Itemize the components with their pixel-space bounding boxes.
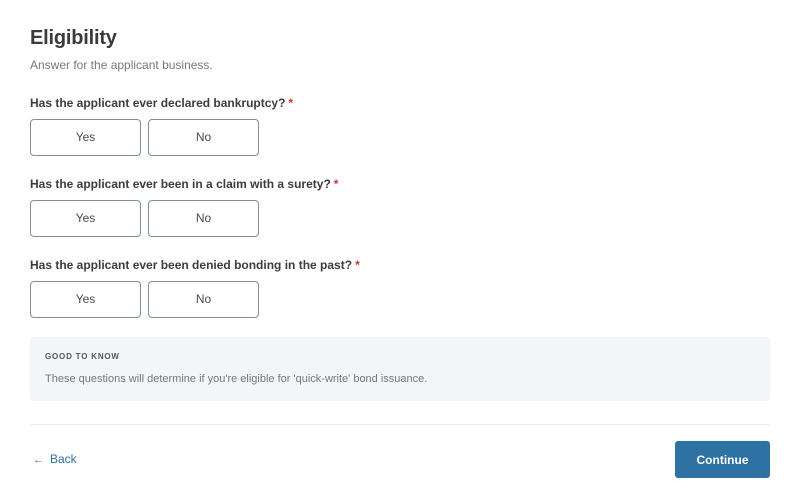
question-text: Has the applicant ever been denied bondi… (30, 258, 353, 272)
no-button[interactable]: No (148, 200, 259, 237)
question-text: Has the applicant ever been in a claim w… (30, 177, 331, 191)
question-bankruptcy: Has the applicant ever declared bankrupt… (30, 95, 770, 156)
back-label: Back (50, 452, 77, 466)
arrow-left-icon: ← (33, 454, 44, 466)
question-label: Has the applicant ever been denied bondi… (30, 257, 770, 273)
back-link[interactable]: ← Back (33, 451, 77, 468)
yes-button[interactable]: Yes (30, 200, 141, 237)
good-to-know-box: GOOD TO KNOW These questions will determ… (30, 337, 770, 401)
page-title: Eligibility (30, 27, 117, 49)
required-marker: * (333, 177, 339, 191)
info-text: These questions will determine if you're… (45, 373, 428, 385)
page-subtitle: Answer for the applicant business. (30, 58, 213, 72)
question-label: Has the applicant ever been in a claim w… (30, 176, 770, 192)
continue-button[interactable]: Continue (675, 441, 770, 478)
question-text: Has the applicant ever declared bankrupt… (30, 96, 286, 110)
required-marker: * (288, 96, 294, 110)
required-marker: * (355, 258, 360, 272)
question-surety-claim: Has the applicant ever been in a claim w… (30, 176, 770, 237)
question-label: Has the applicant ever declared bankrupt… (30, 95, 770, 111)
info-heading: GOOD TO KNOW (45, 352, 120, 361)
yes-button[interactable]: Yes (30, 119, 141, 156)
no-button[interactable]: No (148, 281, 259, 318)
no-button[interactable]: No (148, 119, 259, 156)
question-denied-bonding: Has the applicant ever been denied bondi… (30, 257, 770, 318)
footer-divider (30, 424, 770, 425)
yes-button[interactable]: Yes (30, 281, 141, 318)
